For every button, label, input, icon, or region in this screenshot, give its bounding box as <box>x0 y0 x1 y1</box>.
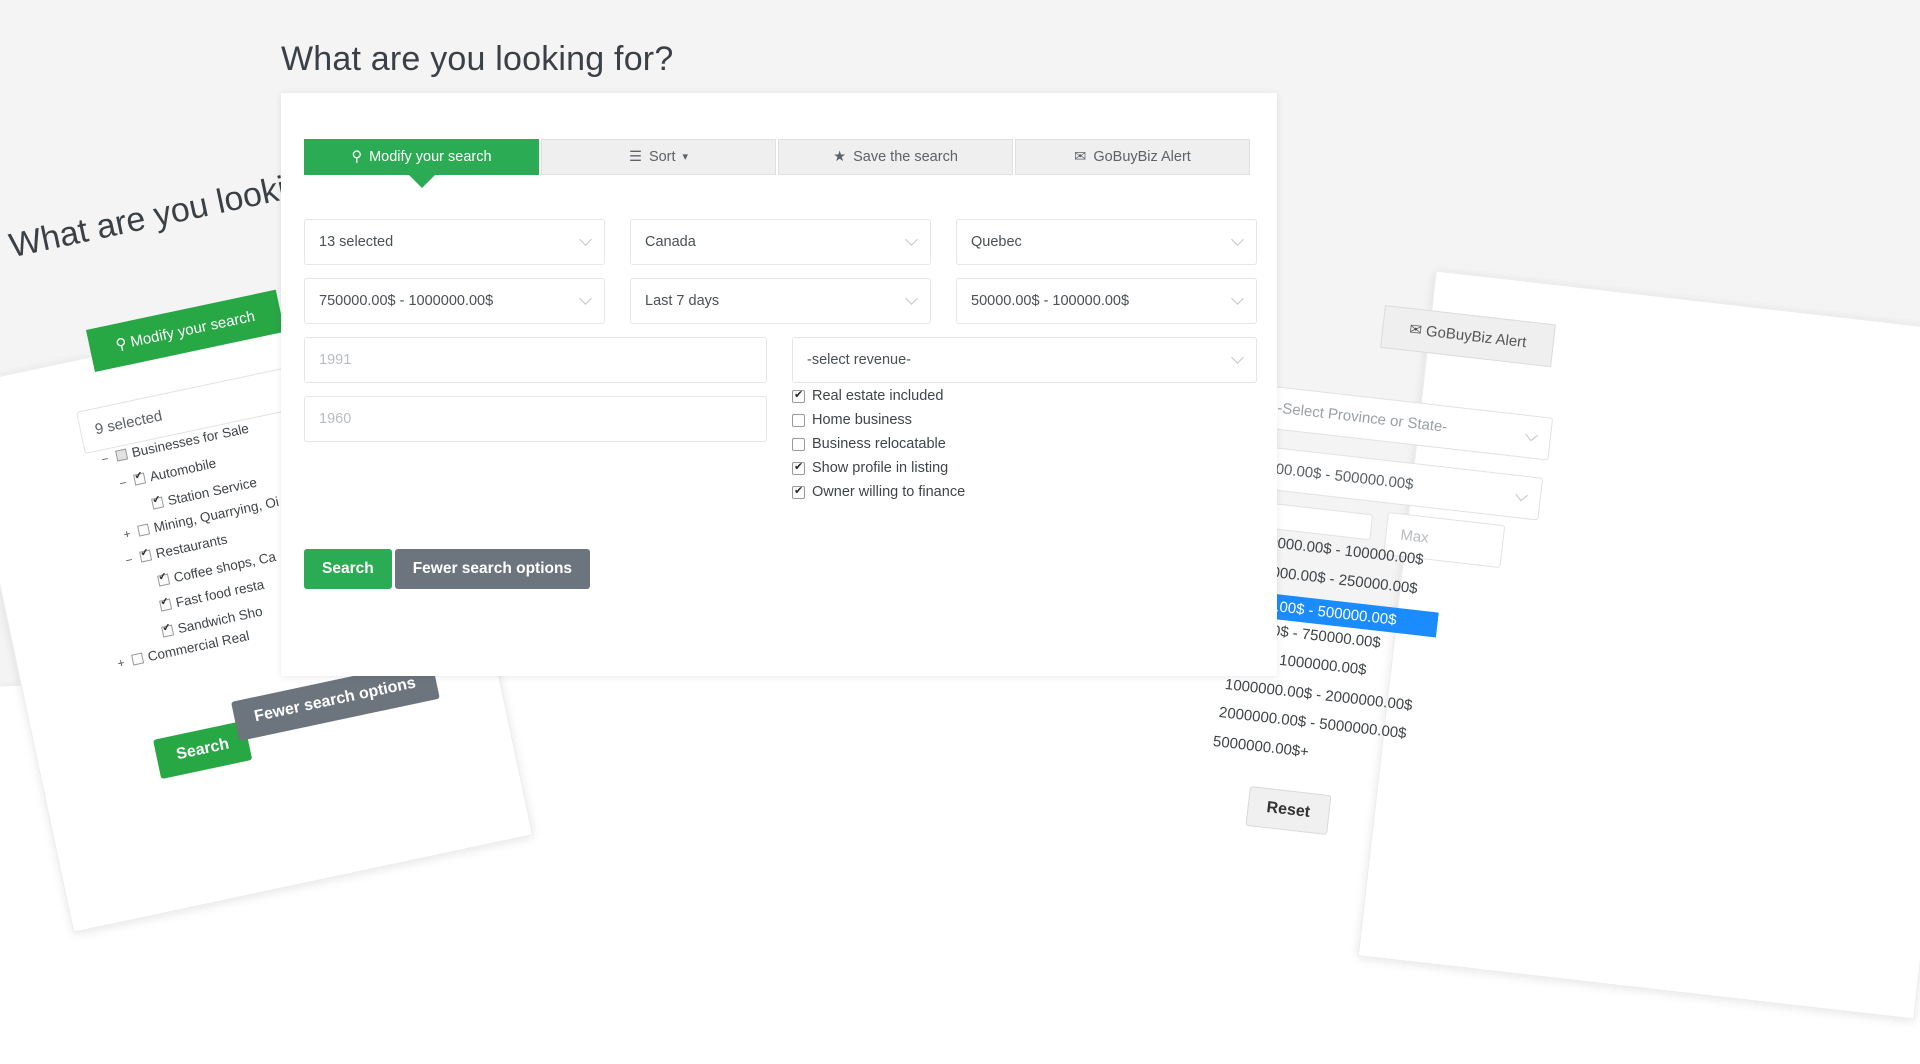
background-right-range-value: 000.00$ - 500000.00$ <box>1266 459 1415 494</box>
chevron-down-icon <box>1231 351 1244 364</box>
chevron-down-icon <box>1515 488 1528 501</box>
search-button[interactable]: Search <box>304 549 392 589</box>
background-left-title: What are you looking <box>6 161 327 266</box>
envelope-icon: ✉ <box>1074 148 1087 165</box>
envelope-icon: ✉ <box>1408 320 1423 340</box>
tab-save-the-search[interactable]: ★ Save the search <box>778 139 1013 175</box>
revenue-and-options-column: -select revenue- Real estate included Hom… <box>792 337 1257 508</box>
checkbox-label: Show profile in listing <box>812 460 949 476</box>
screen-root: What are you looking ⚲ Modify your searc… <box>0 0 1920 1064</box>
price-range-select[interactable]: 750000.00$ - 1000000.00$ <box>304 278 605 324</box>
checkbox-row[interactable]: Business relocatable <box>792 436 1257 452</box>
tab-save-label: Save the search <box>853 149 958 165</box>
background-right-tab-label: GoBuyBiz Alert <box>1425 322 1528 352</box>
categories-select[interactable]: 13 selected <box>304 219 605 265</box>
background-tree-checkbox <box>157 573 171 587</box>
chevron-down-icon: ▾ <box>682 150 689 163</box>
page-title: What are you looking for? <box>281 40 674 78</box>
background-tree-checkbox <box>133 472 147 486</box>
collapse-icon: − <box>118 475 128 491</box>
checkbox-label: Home business <box>812 412 912 428</box>
collapse-icon: − <box>100 451 110 467</box>
checkbox-row[interactable]: Owner willing to finance <box>792 484 1257 500</box>
fewer-search-options-button[interactable]: Fewer search options <box>394 549 591 589</box>
year-from-input[interactable]: 1991 <box>304 337 767 383</box>
chevron-down-icon <box>579 233 592 246</box>
tab-sort[interactable]: ☰ Sort ▾ <box>541 139 776 175</box>
chevron-down-icon <box>1231 292 1244 305</box>
checkbox-label: Real estate included <box>812 388 944 404</box>
province-select[interactable]: Quebec <box>956 219 1257 265</box>
date-posted-select-value: Last 7 days <box>645 293 720 309</box>
revenue-select[interactable]: -select revenue- <box>792 337 1257 383</box>
form-row-1: 13 selected Canada Quebec <box>304 219 1257 265</box>
checkbox-input[interactable] <box>792 460 805 475</box>
search-form: 13 selected Canada Quebec 750000.00$ - 1… <box>304 219 1257 521</box>
tab-modify-label: Modify your search <box>369 149 492 165</box>
expand-icon: + <box>116 655 126 671</box>
chevron-down-icon <box>579 292 592 305</box>
year-to-input[interactable]: 1960 <box>304 396 767 442</box>
tab-gobuybiz-alert[interactable]: ✉ GoBuyBiz Alert <box>1015 139 1250 175</box>
search-icon: ⚲ <box>114 335 129 354</box>
background-tree-checkbox <box>131 652 145 666</box>
background-right-province-placeholder: -Select Province or State- <box>1276 399 1449 436</box>
year-from-placeholder: 1991 <box>319 352 352 368</box>
chevron-down-icon <box>905 233 918 246</box>
background-option: 00000.00$ - 250000.00$ <box>1254 561 1419 597</box>
date-posted-select[interactable]: Last 7 days <box>630 278 931 324</box>
background-right-max-placeholder: Max <box>1399 526 1430 547</box>
form-actions: Search Fewer search options <box>304 549 591 589</box>
checkbox-input[interactable] <box>792 484 805 499</box>
cashflow-range-select[interactable]: 50000.00$ - 100000.00$ <box>956 278 1257 324</box>
year-fields-column: 1991 1960 <box>304 337 767 442</box>
form-row-3: 1991 1960 -select revenue- Real estate i… <box>304 337 1257 508</box>
price-range-select-value: 750000.00$ - 1000000.00$ <box>319 293 494 309</box>
checkbox-row[interactable]: Home business <box>792 412 1257 428</box>
year-to-placeholder: 1960 <box>319 411 352 427</box>
tab-modify-your-search[interactable]: ⚲ Modify your search <box>304 139 539 188</box>
checkbox-input[interactable] <box>792 413 805 427</box>
expand-icon: + <box>122 526 132 542</box>
cashflow-range-select-value: 50000.00$ - 100000.00$ <box>971 293 1130 309</box>
chevron-down-icon <box>1231 233 1244 246</box>
form-row-2: 750000.00$ - 1000000.00$ Last 7 days 500… <box>304 278 1257 324</box>
checkbox-label: Business relocatable <box>812 436 946 452</box>
background-tree-checkbox <box>159 598 173 612</box>
tab-sort-label: Sort <box>648 149 676 165</box>
background-left-selected-label: 9 selected <box>93 407 164 439</box>
search-card: ⚲ Modify your search ☰ Sort ▾ ★ Save the… <box>281 93 1277 676</box>
option-checkbox-list: Real estate included Home business Busines… <box>792 383 1257 500</box>
star-icon: ★ <box>833 148 847 165</box>
background-tree-checkbox <box>137 523 151 537</box>
country-select[interactable]: Canada <box>630 219 931 265</box>
checkbox-input[interactable] <box>792 437 805 451</box>
tab-alert-label: GoBuyBiz Alert <box>1093 149 1191 165</box>
checkbox-row[interactable]: Real estate included <box>792 388 1257 404</box>
revenue-select-value: -select revenue- <box>807 352 911 368</box>
checkbox-input[interactable] <box>792 388 805 403</box>
checkbox-row[interactable]: Show profile in listing <box>792 460 1257 476</box>
sort-lines-icon: ☰ <box>628 148 642 165</box>
background-panel-right <box>1357 270 1920 1020</box>
background-tree-checkbox <box>151 496 165 510</box>
collapse-icon: − <box>124 552 134 568</box>
province-select-value: Quebec <box>971 234 1022 250</box>
search-icon: ⚲ <box>351 148 363 165</box>
chevron-down-icon <box>905 292 918 305</box>
background-tree-checkbox <box>139 549 153 563</box>
background-tree-checkbox <box>161 624 175 638</box>
chevron-down-icon <box>1525 428 1538 441</box>
country-select-value: Canada <box>645 234 696 250</box>
tab-bar: ⚲ Modify your search ☰ Sort ▾ ★ Save the… <box>304 139 1254 188</box>
background-tree-checkbox <box>115 448 129 462</box>
checkbox-label: Owner willing to finance <box>812 484 966 500</box>
categories-select-value: 13 selected <box>319 234 394 250</box>
